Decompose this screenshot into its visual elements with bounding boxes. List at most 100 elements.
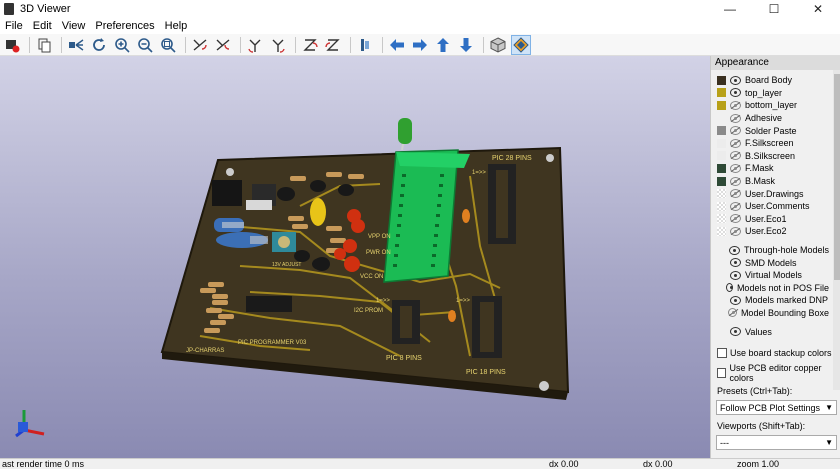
menu-preferences[interactable]: Preferences [90, 20, 159, 32]
rotate-z-cw-icon[interactable] [300, 35, 320, 55]
scrollbar-thumb[interactable] [834, 74, 840, 280]
model-row[interactable]: Through-hole Models [717, 244, 829, 257]
menu-help[interactable]: Help [160, 20, 193, 32]
layer-label: F.Silkscreen [745, 138, 794, 149]
color-swatch[interactable] [717, 163, 726, 173]
color-swatch[interactable] [717, 151, 726, 161]
checkbox-box[interactable] [717, 348, 727, 358]
color-swatch[interactable] [717, 114, 726, 123]
visibility-eye-off-icon[interactable] [730, 214, 741, 224]
close-button[interactable]: ✕ [796, 0, 840, 18]
color-swatch[interactable] [717, 138, 726, 148]
visibility-eye-icon[interactable] [729, 245, 740, 255]
model-row[interactable]: Models marked DNP [717, 294, 829, 307]
appearance-panel: Appearance Board Body top_layer bottom_l… [710, 56, 840, 458]
zif-socket-top [396, 152, 470, 168]
color-swatch[interactable] [717, 214, 726, 224]
visibility-eye-off-icon[interactable] [730, 126, 741, 136]
layer-row[interactable]: User.Drawings [717, 187, 829, 200]
visibility-eye-off-icon[interactable] [730, 163, 741, 173]
layer-row[interactable]: F.Mask [717, 162, 829, 175]
menu-edit[interactable]: Edit [28, 20, 57, 32]
copper-colors-checkbox[interactable]: Use PCB editor copper colors [717, 363, 840, 383]
visibility-eye-off-icon[interactable] [730, 201, 741, 211]
window-controls: — ☐ ✕ [708, 0, 840, 18]
maximize-button[interactable]: ☐ [752, 0, 796, 18]
visibility-eye-icon[interactable] [730, 88, 741, 98]
visibility-eye-off-icon[interactable] [730, 151, 741, 161]
layer-row[interactable]: User.Eco1 [717, 213, 829, 226]
model-row[interactable]: Virtual Models [717, 269, 829, 282]
visibility-eye-off-icon[interactable] [730, 176, 741, 186]
visibility-eye-off-icon[interactable] [727, 308, 737, 318]
rotate-y-ccw-icon[interactable] [268, 35, 288, 55]
zoom-out-icon[interactable] [135, 35, 155, 55]
flip-board-icon[interactable] [355, 35, 375, 55]
layer-row[interactable]: bottom_layer [717, 99, 829, 112]
visibility-eye-icon[interactable] [730, 270, 741, 280]
visibility-eye-off-icon[interactable] [730, 189, 741, 199]
color-swatch[interactable] [717, 189, 726, 199]
toggle-view-icon[interactable] [66, 35, 86, 55]
menu-file[interactable]: File [0, 20, 28, 32]
rotate-y-cw-icon[interactable] [245, 35, 265, 55]
layer-row[interactable]: Solder Paste [717, 124, 829, 137]
visibility-eye-off-icon[interactable] [730, 100, 741, 110]
layer-row[interactable]: top_layer [717, 87, 829, 100]
silk-vpp-on: VPP ON [368, 234, 391, 240]
layer-row[interactable]: Adhesive [717, 112, 829, 125]
zoom-fit-icon[interactable] [158, 35, 178, 55]
render-options-icon[interactable] [2, 35, 22, 55]
menu-view[interactable]: View [57, 20, 91, 32]
layer-row[interactable]: Board Body [717, 74, 829, 87]
pan-down-icon[interactable] [456, 35, 476, 55]
color-swatch[interactable] [717, 75, 726, 85]
rotate-x-cw-icon[interactable] [190, 35, 210, 55]
viewports-dropdown[interactable]: --- ▼ [716, 435, 837, 450]
stackup-colors-checkbox[interactable]: Use board stackup colors [717, 348, 832, 358]
presets-dropdown[interactable]: Follow PCB Plot Settings ▼ [716, 400, 837, 415]
pan-right-icon[interactable] [410, 35, 430, 55]
layer-row[interactable]: F.Silkscreen [717, 137, 829, 150]
visibility-eye-off-icon[interactable] [730, 113, 741, 123]
model-row[interactable]: SMD Models [717, 256, 829, 269]
model-row[interactable]: Model Bounding Boxe [717, 307, 829, 320]
orange-capacitor [462, 209, 470, 223]
visibility-eye-off-icon[interactable] [730, 138, 741, 148]
layer-row[interactable]: B.Mask [717, 175, 829, 188]
zoom-in-icon[interactable] [112, 35, 132, 55]
color-swatch[interactable] [717, 126, 726, 136]
color-swatch[interactable] [717, 88, 726, 98]
orthographic-icon[interactable] [488, 35, 508, 55]
visibility-eye-icon[interactable] [730, 295, 741, 305]
visibility-eye-icon[interactable] [730, 75, 741, 85]
values-row[interactable]: Values [717, 325, 829, 338]
appearance-scrollbar[interactable] [833, 70, 840, 390]
reload-icon[interactable] [89, 35, 109, 55]
visibility-eye-off-icon[interactable] [730, 226, 741, 236]
visibility-eye-icon[interactable] [725, 283, 733, 293]
minimize-button[interactable]: — [708, 0, 752, 18]
color-swatch[interactable] [717, 176, 726, 186]
model-label: Models marked DNP [745, 295, 829, 306]
color-swatch[interactable] [717, 226, 726, 236]
model-row[interactable]: Models not in POS File [717, 282, 829, 295]
pan-up-icon[interactable] [433, 35, 453, 55]
layer-row[interactable]: B.Silkscreen [717, 150, 829, 163]
layer-row[interactable]: User.Comments [717, 200, 829, 213]
layer-label: User.Eco2 [745, 226, 787, 237]
visibility-eye-icon[interactable] [730, 327, 741, 337]
mounting-hole [226, 168, 234, 176]
color-swatch[interactable] [717, 201, 726, 211]
copy-icon[interactable] [34, 35, 54, 55]
visibility-eye-icon[interactable] [730, 258, 741, 268]
rotate-z-ccw-icon[interactable] [323, 35, 343, 55]
3d-viewport[interactable]: PIC 28 PINS 1=>> 1=>> 1=>> VPP ON PWR ON… [0, 56, 710, 458]
checkbox-box[interactable] [717, 368, 727, 378]
pan-left-icon[interactable] [387, 35, 407, 55]
raytrace-icon[interactable] [511, 34, 531, 55]
rotate-x-ccw-icon[interactable] [213, 35, 233, 55]
layer-row[interactable]: User.Eco2 [717, 225, 829, 238]
color-swatch[interactable] [717, 100, 726, 110]
